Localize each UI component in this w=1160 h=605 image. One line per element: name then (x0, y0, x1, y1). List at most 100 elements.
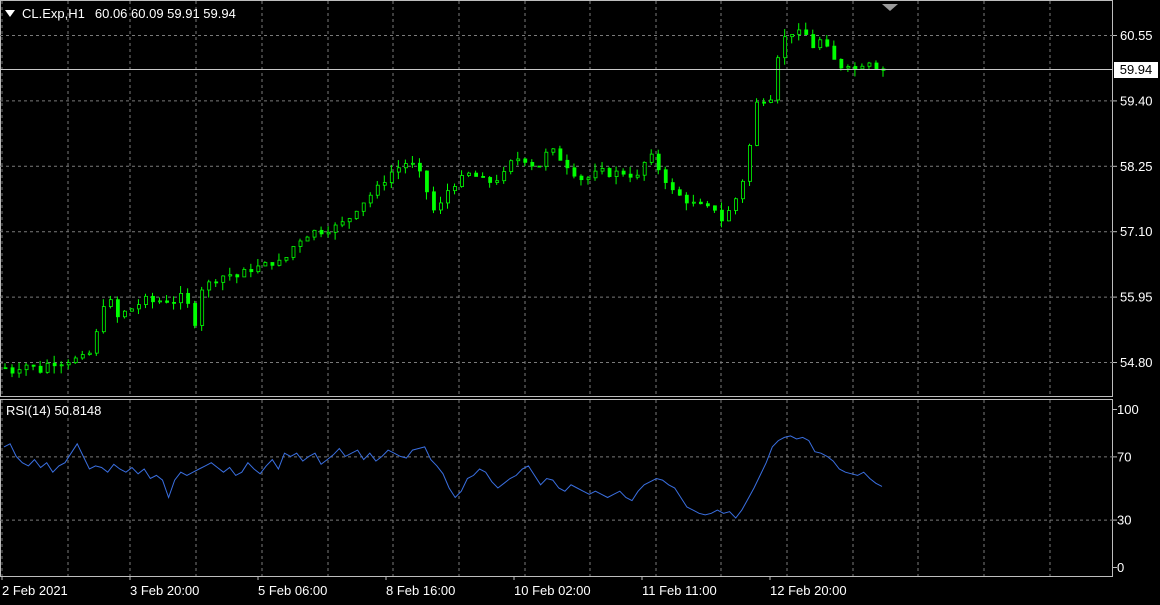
rsi-axis-label: 0 (1117, 560, 1124, 575)
candle-body (186, 293, 191, 304)
chart-window[interactable]: 60.55 59.40 58.25 57.10 55.95 54.80 100 70 30 0 … (0, 0, 1160, 602)
chart-canvas[interactable]: 60.5559.4058.2557.1055.9554.80 10070300 … (0, 0, 1160, 602)
candle-body (31, 364, 36, 367)
candle-body (382, 182, 387, 186)
candle-body (474, 172, 479, 177)
candle-body (418, 162, 422, 172)
candle-body (193, 303, 198, 326)
candle-body (94, 331, 99, 354)
candle-body (249, 269, 254, 273)
candle-body (221, 275, 226, 283)
candle-body (656, 153, 661, 171)
candle-body (530, 161, 535, 167)
rsi-axis-label: 30 (1117, 513, 1131, 528)
candle-body (242, 269, 247, 278)
candle-body (101, 306, 106, 333)
candle-body (481, 176, 486, 178)
candle-body (755, 101, 759, 146)
candle-body (165, 300, 169, 303)
candle-body (45, 362, 50, 373)
candle-body (277, 259, 282, 266)
candle-body (375, 184, 380, 196)
time-axis-label: 11 Feb 11:00 (642, 583, 717, 598)
candle-body (720, 209, 724, 222)
candle-body (635, 174, 640, 178)
candle-body (270, 262, 275, 266)
candle-body (832, 45, 837, 60)
candle-body (144, 295, 148, 305)
candle-body (425, 170, 429, 193)
candle-body (432, 191, 436, 211)
candle-body (691, 201, 696, 204)
candle-body (467, 172, 471, 176)
candle-body (853, 66, 858, 70)
candle-body (628, 173, 633, 178)
candle-body (73, 357, 78, 364)
candle-body (137, 304, 141, 310)
candle-body (158, 300, 162, 303)
rsi-axis-label: 100 (1117, 402, 1139, 417)
candle-body (670, 182, 675, 191)
price-panel[interactable] (0, 0, 1113, 397)
chart-header: CL.Exp,H1 60.06 60.09 59.91 59.94 (5, 5, 236, 21)
candle-body (214, 281, 219, 284)
candle-body (579, 175, 584, 181)
candle-body (439, 202, 443, 211)
candle-body (523, 158, 528, 163)
candle-body (867, 62, 872, 67)
candle-body (200, 289, 205, 326)
candle-body (698, 201, 703, 205)
symbol-label: CL.Exp,H1 (22, 5, 85, 21)
candle-body (460, 175, 464, 187)
candle-body (509, 160, 514, 172)
candle-body (741, 180, 745, 200)
candle-body (319, 229, 324, 235)
price-axis[interactable]: 60.55 59.40 58.25 57.10 55.95 54.80 (1113, 28, 1153, 370)
time-axis-label: 10 Feb 02:00 (514, 583, 591, 598)
candle-body (607, 168, 612, 177)
candle-body (684, 194, 689, 204)
candle-body (811, 34, 816, 49)
candle-body (347, 218, 352, 223)
candle-body (621, 170, 626, 175)
candle-body (368, 194, 373, 204)
collapse-triangle-icon[interactable] (5, 9, 15, 17)
candle-body (706, 203, 710, 207)
candle-body (874, 62, 879, 70)
candle-body (677, 189, 682, 196)
candle-body (642, 161, 647, 176)
candle-body (312, 229, 317, 238)
candle-body (818, 39, 823, 49)
candle-body (839, 58, 844, 69)
candle-body (333, 224, 338, 233)
candle-body (713, 205, 717, 211)
rsi-axis-label: 70 (1117, 449, 1131, 464)
candle-body (860, 65, 865, 70)
candle-body (354, 210, 359, 219)
candle-body (769, 99, 774, 103)
time-axis-label: 8 Feb 16:00 (386, 583, 455, 598)
candle-body (151, 295, 155, 303)
candle-body (263, 262, 268, 267)
candle-body (396, 167, 401, 173)
rsi-axis[interactable]: 100 70 30 0 (1113, 402, 1139, 575)
candle-body (551, 148, 556, 153)
price-axis-label: 59.40 (1120, 93, 1153, 108)
candle-body (256, 265, 261, 273)
candle-body (825, 39, 830, 47)
rsi-panel[interactable] (0, 399, 1113, 577)
time-axis[interactable]: 2 Feb 2021 3 Feb 20:00 5 Feb 06:00 8 Feb 16… (1, 576, 847, 598)
candle-body (586, 177, 591, 181)
candle-body (179, 293, 184, 304)
time-axis-label: 5 Feb 06:00 (258, 583, 327, 598)
candle-body (24, 364, 29, 371)
candle-body (516, 158, 521, 162)
candle-body (326, 231, 331, 235)
time-axis-label: 2 Feb 2021 (2, 583, 68, 598)
time-axis-label: 3 Feb 20:00 (130, 583, 199, 598)
candle-body (340, 221, 345, 226)
candle-body (453, 186, 457, 192)
candle-body (291, 246, 296, 258)
candle-body (66, 362, 71, 366)
ohlc-values: 60.06 60.09 59.91 59.94 (94, 5, 236, 21)
